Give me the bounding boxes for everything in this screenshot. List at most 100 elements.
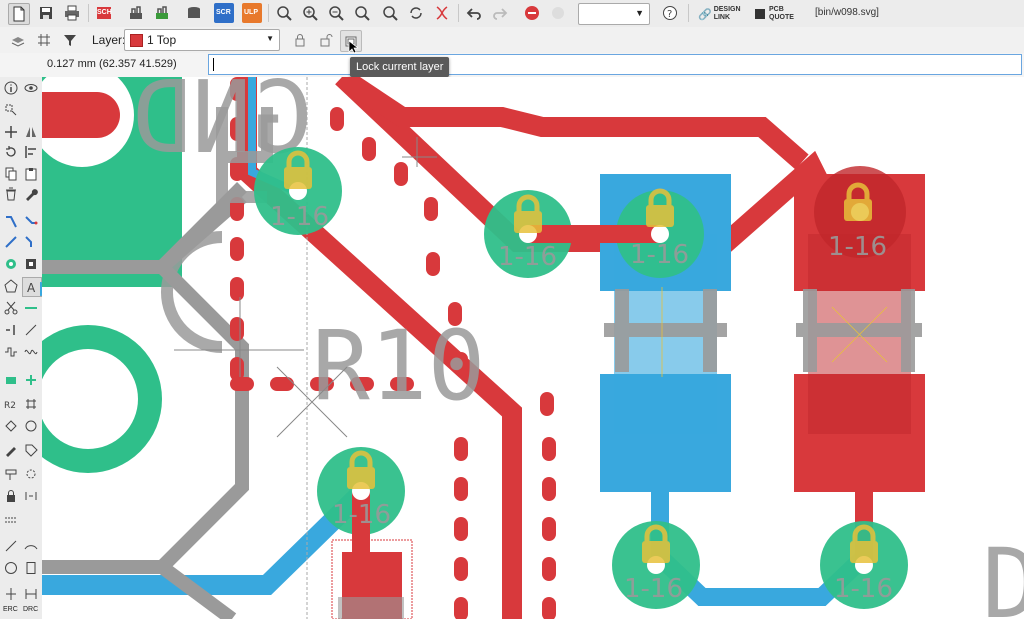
tool-palette: A R2 ERC DRC (0, 77, 43, 619)
go-icon (548, 3, 568, 23)
drc-icon[interactable] (22, 585, 40, 603)
cam-icon[interactable] (126, 3, 146, 23)
lock-icon[interactable] (290, 30, 310, 50)
silk-r10: R10 (312, 310, 485, 422)
circle-icon[interactable] (2, 559, 20, 577)
brush-icon[interactable] (2, 465, 20, 483)
command-bar: 0.127 mm (62.357 41.529) (0, 53, 1024, 78)
link-icon: 🔗 (698, 8, 712, 21)
wave-icon[interactable] (22, 343, 40, 361)
mark-icon[interactable] (2, 101, 20, 119)
command-input[interactable] (208, 54, 1022, 75)
filter-icon[interactable] (60, 30, 80, 50)
design-link-line2: LINK (713, 14, 731, 21)
arc-icon[interactable] (22, 537, 40, 555)
sch-label: SCH (97, 9, 112, 16)
show-icon[interactable] (22, 79, 40, 97)
wrench-icon[interactable] (22, 185, 40, 203)
wire-icon[interactable] (22, 299, 40, 317)
mirror-icon[interactable] (22, 123, 40, 141)
ripup-icon[interactable] (2, 233, 20, 251)
polygon-icon[interactable] (2, 277, 20, 295)
erc-icon[interactable] (2, 585, 20, 603)
add-part-icon[interactable] (2, 371, 20, 389)
text-tool-icon[interactable]: A (22, 277, 42, 297)
tooltip: Lock current layer (350, 57, 450, 77)
manufacturing-icon[interactable] (152, 3, 172, 23)
text-caret (213, 58, 214, 71)
via-label: 1-16 (828, 232, 887, 262)
svg-text:R2: R2 (4, 401, 16, 411)
gateswap-icon[interactable] (22, 417, 40, 435)
layer-color-swatch (130, 34, 143, 47)
rect-icon[interactable] (22, 559, 40, 577)
copy-icon[interactable] (2, 165, 20, 183)
zoom-select-icon[interactable] (352, 3, 372, 23)
route-icon[interactable] (2, 213, 20, 231)
split-icon[interactable] (22, 233, 40, 251)
chevron-down-icon: ▼ (635, 8, 644, 18)
route-multi-icon[interactable] (22, 213, 40, 231)
undo-icon[interactable] (464, 3, 484, 23)
grid-icon[interactable] (34, 30, 54, 50)
meander-icon[interactable] (2, 343, 20, 361)
delete-icon[interactable] (2, 185, 20, 203)
trace-top-right (335, 77, 861, 252)
via-label: 1-16 (498, 242, 557, 272)
paint-icon[interactable] (2, 441, 20, 459)
pcb-quote-button[interactable]: PCB QUOTE (755, 4, 794, 24)
new-file-icon[interactable] (8, 3, 30, 25)
help-icon[interactable]: ? (660, 3, 680, 23)
pcb-quote-line2: QUOTE (769, 14, 794, 21)
board-icon (755, 9, 765, 19)
ratsnest-icon[interactable] (432, 3, 452, 23)
rotate-icon[interactable] (2, 143, 20, 161)
save-icon[interactable] (36, 3, 56, 23)
replace-icon[interactable]: R2 (2, 395, 20, 413)
redo-icon[interactable] (490, 3, 510, 23)
lock-part-icon[interactable] (2, 487, 20, 505)
coordinate-display: 0.127 mm (62.357 41.529) (47, 58, 177, 70)
scr-label: SCR (216, 9, 231, 16)
main-toolbar: SCH SCR ULP ▼ ? 🔗 DESIGN LINK PCB QUOTE … (0, 0, 1024, 28)
zoom-in-icon[interactable] (300, 3, 320, 23)
zoom-select[interactable]: ▼ (578, 3, 650, 25)
signal-icon[interactable] (2, 321, 20, 339)
group-icon[interactable] (22, 487, 40, 505)
zoom-fit-icon[interactable] (274, 3, 294, 23)
design-link-line1: DESIGN (713, 6, 741, 13)
zoom-last-icon[interactable] (380, 3, 400, 23)
dots-icon[interactable] (22, 465, 40, 483)
info-icon[interactable] (2, 79, 20, 97)
miter-icon[interactable] (22, 321, 40, 339)
layer-toolbar: Layer: 1 Top ▼ (0, 27, 1024, 54)
via-icon[interactable] (2, 255, 20, 273)
grid-settings-icon[interactable] (22, 395, 40, 413)
layer-select[interactable]: 1 Top ▼ (124, 29, 280, 51)
board-canvas[interactable]: GND R10 D2 (42, 77, 1024, 619)
add-icon[interactable] (22, 371, 40, 389)
tag-icon[interactable] (22, 441, 40, 459)
design-link-button[interactable]: 🔗 DESIGN LINK (698, 4, 741, 24)
smash-icon[interactable] (2, 417, 20, 435)
move-icon[interactable] (2, 123, 20, 141)
ulp-label: ULP (244, 9, 258, 16)
layers-icon[interactable] (8, 30, 28, 50)
line-icon[interactable] (2, 537, 20, 555)
layer-select-value: 1 Top (147, 33, 177, 47)
via-label: 1-16 (624, 574, 683, 604)
via-label: 1-16 (630, 240, 689, 270)
zoom-out-icon[interactable] (326, 3, 346, 23)
chevron-down-icon: ▼ (266, 34, 274, 43)
pcb-quote-line1: PCB (769, 6, 784, 13)
scissors-icon[interactable] (2, 299, 20, 317)
redraw-icon[interactable] (406, 3, 426, 23)
library-icon[interactable] (184, 3, 204, 23)
pad-icon[interactable] (22, 255, 40, 273)
print-icon[interactable] (62, 3, 82, 23)
paste-icon[interactable] (22, 165, 40, 183)
align-icon[interactable] (22, 143, 40, 161)
stop-icon[interactable] (522, 3, 542, 23)
split-line-icon[interactable] (2, 511, 20, 529)
unlock-icon[interactable] (316, 30, 336, 50)
